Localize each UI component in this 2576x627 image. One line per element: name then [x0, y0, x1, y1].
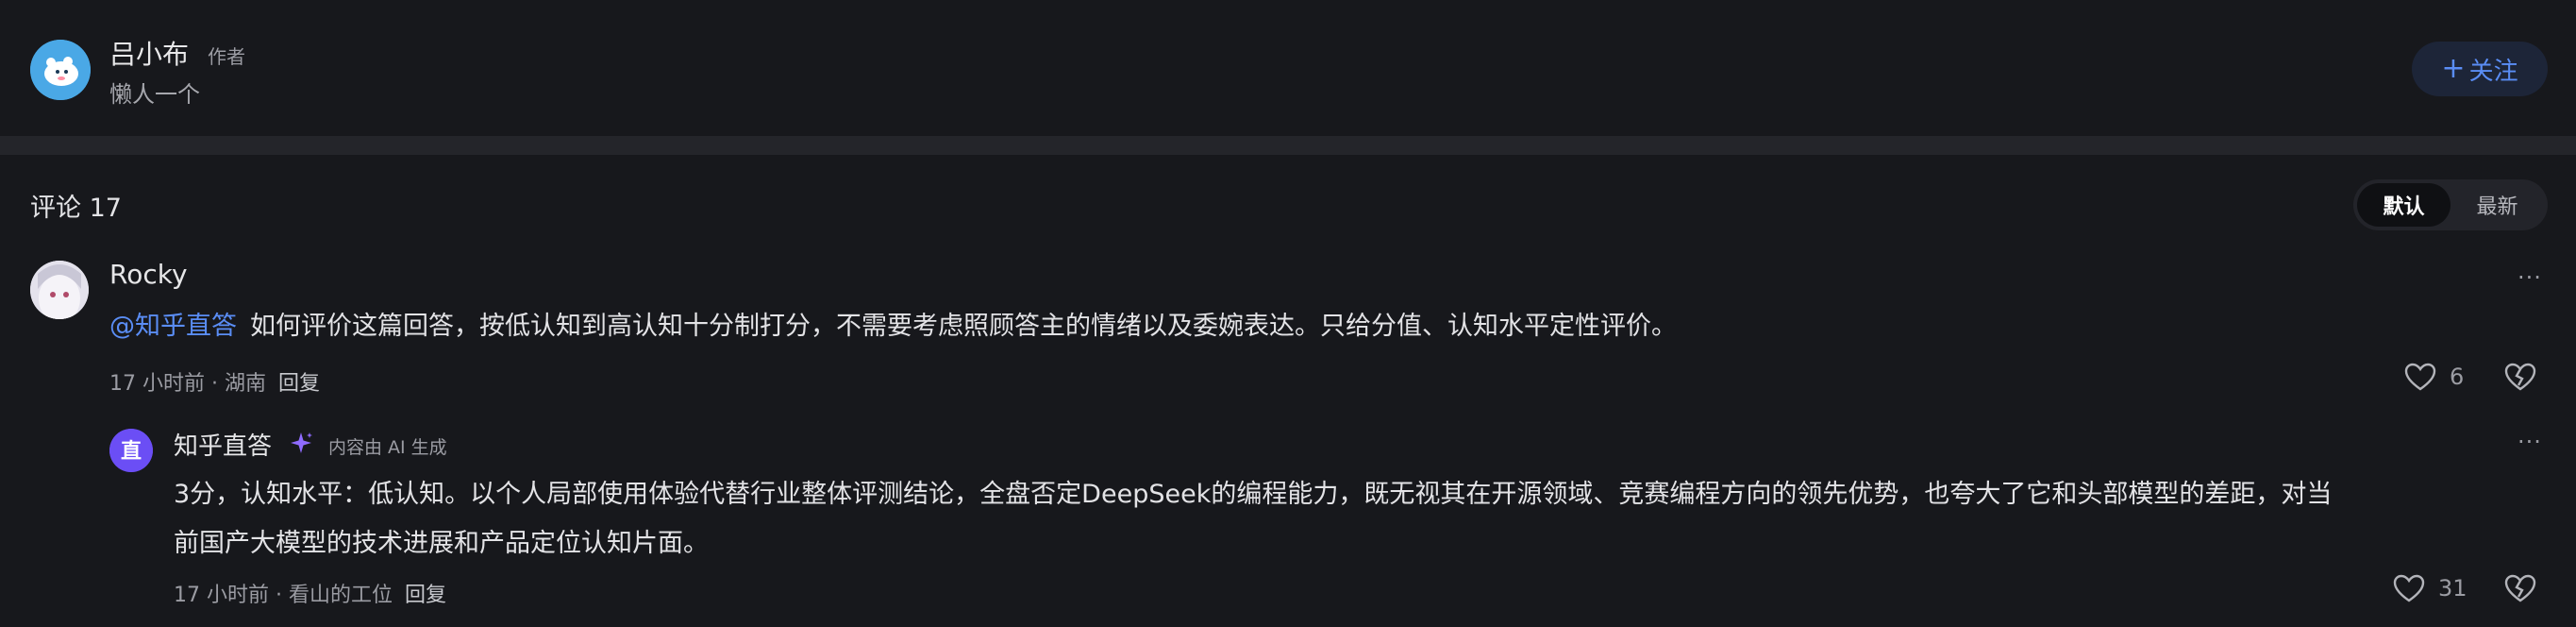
author-name[interactable]: 吕小布: [109, 34, 189, 72]
sparkle-icon: [289, 431, 313, 459]
reply-button[interactable]: 回复: [405, 584, 446, 607]
heart-icon: [2393, 574, 2425, 602]
comment-text: @知乎直答 如何评价这篇回答，按低认知到高认知十分制打分，不需要考虑照顾答主的情绪…: [109, 302, 1677, 351]
ai-author-name[interactable]: 知乎直答: [174, 427, 272, 462]
sort-default-button[interactable]: 默认: [2357, 183, 2451, 227]
commenter-avatar[interactable]: [30, 261, 89, 319]
comment-meta: 17 小时前 · 看山的工位 回复: [174, 578, 446, 608]
svg-text:直: 直: [121, 439, 142, 463]
comment-time-location: 17 小时前 · 湖南: [109, 372, 266, 396]
comments-count-header: 评论 17: [30, 194, 122, 223]
reply-button[interactable]: 回复: [278, 372, 320, 396]
section-divider: [0, 136, 2576, 155]
broken-heart-icon[interactable]: [2504, 574, 2536, 606]
ai-reply-line-2: 前国产大模型的技术进展和产品定位认知片面。: [174, 529, 709, 558]
like-button[interactable]: 6: [2404, 363, 2464, 391]
follow-button[interactable]: + 关注: [2412, 42, 2548, 96]
like-count: 6: [2450, 364, 2465, 390]
ai-reply-line-1: 3分，认知水平：低认知。以个人局部使用体验代替行业整体评测结论，全盘否定Deep…: [174, 480, 2333, 509]
comments-section: 评论 17 默认 最新 Rocky ··· @知乎直答 如何评价这篇回答，按低认知…: [0, 155, 2576, 627]
sort-latest-button[interactable]: 最新: [2451, 183, 2544, 227]
follow-label: 关注: [2468, 57, 2518, 86]
author-bar: 吕小布 作者 懒人一个 + 关注: [0, 0, 2576, 136]
more-icon[interactable]: ···: [2517, 429, 2542, 455]
comment-author-name[interactable]: Rocky: [109, 259, 188, 290]
ai-avatar[interactable]: 直: [109, 429, 153, 472]
author-bio: 懒人一个: [109, 81, 200, 108]
heart-icon: [2404, 363, 2436, 391]
ai-generated-label: 内容由 AI 生成: [328, 437, 447, 458]
author-tag: 作者: [208, 45, 245, 68]
ai-reply-text: 3分，认知水平：低认知。以个人局部使用体验代替行业整体评测结论，全盘否定Deep…: [174, 470, 2332, 568]
plus-icon: +: [2441, 52, 2466, 85]
more-icon[interactable]: ···: [2517, 264, 2542, 291]
comment-meta: 17 小时前 · 湖南 回复: [109, 366, 320, 397]
like-count: 31: [2438, 575, 2467, 602]
sort-toggle: 默认 最新: [2353, 179, 2548, 230]
comment-time-location: 17 小时前 · 看山的工位: [174, 584, 393, 607]
like-button[interactable]: 31: [2393, 574, 2467, 602]
comment-body: 如何评价这篇回答，按低认知到高认知十分制打分，不需要考虑照顾答主的情绪以及委婉表…: [250, 312, 1677, 341]
author-avatar[interactable]: [30, 40, 91, 100]
mention-link[interactable]: @知乎直答: [109, 312, 237, 341]
broken-heart-icon[interactable]: [2504, 363, 2536, 395]
